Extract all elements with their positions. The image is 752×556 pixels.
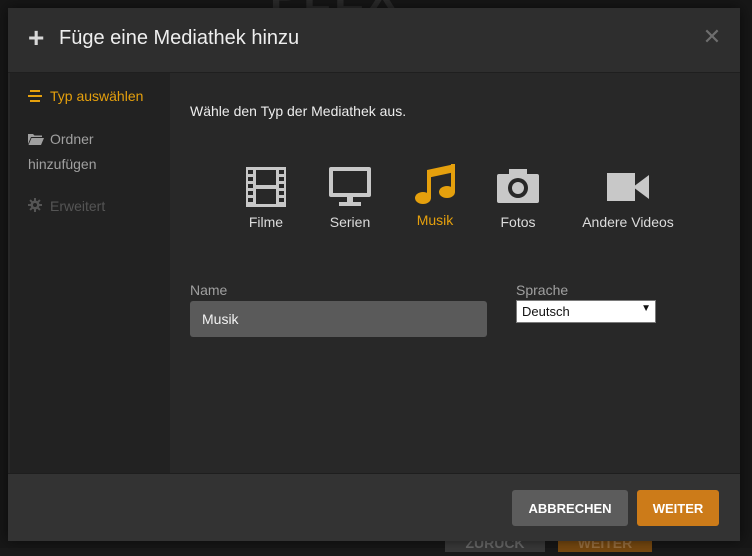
type-option-other-videos[interactable]: Andere Videos <box>573 161 683 230</box>
wizard-sidebar: Typ auswählen Ordner hinzufügen Erweiter… <box>10 73 170 473</box>
tv-icon <box>329 167 371 206</box>
dialog-footer: ABBRECHEN WEITER <box>8 473 740 541</box>
list-icon <box>28 85 44 109</box>
folder-icon <box>28 128 44 152</box>
video-camera-icon <box>607 173 649 201</box>
type-label: Filme <box>248 214 284 230</box>
cancel-button[interactable]: ABBRECHEN <box>512 490 628 526</box>
type-option-music[interactable]: Musik <box>405 161 465 228</box>
film-icon <box>246 167 286 207</box>
dialog-title: Füge eine Mediathek hinzu <box>59 27 300 49</box>
type-option-shows[interactable]: Serien <box>320 161 380 230</box>
language-label: Sprache <box>516 282 569 298</box>
sidebar-item-label: Typ auswählen <box>50 88 144 104</box>
type-label: Andere Videos <box>582 214 674 230</box>
type-label: Musik <box>416 212 454 228</box>
name-input[interactable] <box>190 301 487 337</box>
add-library-dialog: + Füge eine Mediathek hinzu ✕ Typ auswäh… <box>8 8 740 541</box>
language-selected-value: Deutsch <box>522 304 570 319</box>
close-icon[interactable]: ✕ <box>702 26 722 48</box>
plus-icon: + <box>28 22 45 53</box>
type-option-photos[interactable]: Fotos <box>488 161 548 230</box>
dialog-header: + Füge eine Mediathek hinzu ✕ <box>8 8 740 73</box>
instruction-text: Wähle den Typ der Mediathek aus. <box>190 103 407 119</box>
camera-icon <box>497 169 539 203</box>
sidebar-item-advanced: Erweitert <box>28 194 105 219</box>
language-select[interactable]: Deutsch ▼ <box>516 300 656 323</box>
type-label: Fotos <box>500 214 536 230</box>
sidebar-item-label: Erweitert <box>50 198 106 214</box>
next-button[interactable]: WEITER <box>637 490 719 526</box>
sidebar-item-add-folders[interactable]: Ordner hinzufügen <box>28 127 158 176</box>
dropdown-arrow-icon: ▼ <box>641 303 651 314</box>
gear-icon <box>28 195 44 219</box>
type-label: Serien <box>329 214 371 230</box>
music-note-icon <box>415 164 455 204</box>
name-label: Name <box>190 282 228 298</box>
type-option-movies[interactable]: Filme <box>237 161 295 230</box>
sidebar-item-select-type[interactable]: Typ auswählen <box>28 84 143 109</box>
wizard-content: Wähle den Typ der Mediathek aus. Filme S… <box>170 73 740 473</box>
